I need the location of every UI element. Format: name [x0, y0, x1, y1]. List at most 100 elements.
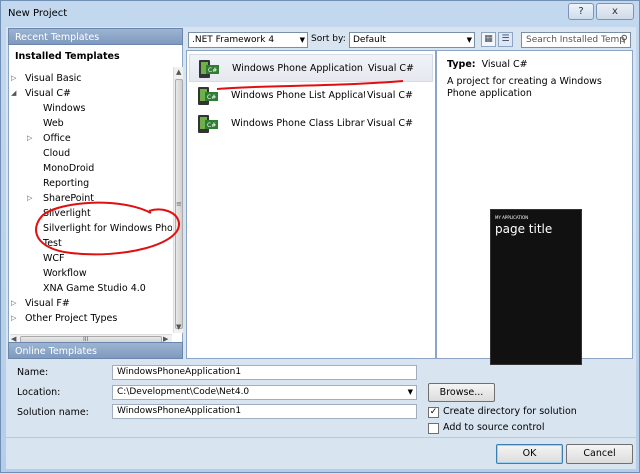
search-placeholder: Search Installed Temp	[526, 35, 625, 45]
svg-text:C#: C#	[207, 122, 216, 129]
sort-select[interactable]: Default ▼	[349, 32, 475, 48]
source-control-label: Add to source control	[443, 422, 545, 433]
title-bar[interactable]: New Project ? x	[1, 1, 640, 27]
dialog-client: Recent Templates Installed Templates ▷ Vi…	[6, 27, 636, 469]
tree-expander-icon[interactable]: ▷	[11, 311, 21, 326]
scroll-grip-icon: ≡	[176, 200, 182, 208]
tree-item-label: Web	[43, 118, 64, 129]
phone-project-icon: C#	[198, 87, 218, 105]
tree-item[interactable]: ◢ Visual C#	[11, 86, 71, 101]
template-tree: ▷ Visual Basic ◢ Visual C# Windows Web ▷ Office…	[9, 71, 172, 333]
tree-item-label: Other Project Types	[25, 313, 118, 324]
tree-item-label: Reporting	[43, 178, 90, 189]
online-templates-header[interactable]: Online Templates	[8, 342, 183, 359]
template-row[interactable]: C# Windows Phone Application Visual C#	[189, 54, 433, 82]
grid-view-icon[interactable]: ▦	[481, 32, 496, 47]
svg-text:C#: C#	[208, 67, 217, 74]
type-value: Visual C#	[481, 59, 528, 70]
close-button[interactable]: x	[596, 3, 634, 20]
create-directory-label: Create directory for solution	[443, 406, 577, 417]
location-value: C:\Development\Code\Net4.0	[117, 387, 250, 397]
browse-button[interactable]: Browse...	[428, 383, 495, 402]
tree-item[interactable]: Reporting	[37, 176, 89, 191]
tree-item-label: Silverlight	[43, 208, 91, 219]
tree-expander-icon[interactable]: ▷	[27, 131, 37, 146]
tree-item[interactable]: ▷ Visual Basic	[11, 71, 82, 86]
tree-item[interactable]: ▷ SharePoint	[27, 191, 95, 206]
phone-project-icon: C#	[198, 115, 218, 133]
recent-templates-header[interactable]: Recent Templates	[8, 28, 183, 45]
tree-item-label: Visual F#	[25, 298, 70, 309]
tree-item[interactable]: Cloud	[37, 146, 70, 161]
search-icon[interactable]: ⚲	[621, 33, 628, 47]
tree-expander-icon[interactable]: ▷	[27, 191, 37, 206]
help-button[interactable]: ?	[568, 3, 594, 20]
tree-item[interactable]: MonoDroid	[37, 161, 94, 176]
tree-expander-icon[interactable]: ▷	[11, 296, 21, 311]
tree-item-label: Silverlight for Windows Phone	[43, 223, 172, 234]
tree-item[interactable]: Web	[37, 116, 64, 131]
preview-app-name: MY APPLICATION	[495, 215, 529, 220]
tree-item[interactable]: ▷ Office	[27, 131, 71, 146]
tree-item-label: Visual Basic	[25, 73, 82, 84]
framework-select[interactable]: .NET Framework 4 ▼	[188, 32, 308, 48]
tree-item[interactable]: XNA Game Studio 4.0	[37, 281, 146, 296]
sort-by-label: Sort by:	[311, 34, 346, 44]
tree-item-label: WCF	[43, 253, 65, 264]
solution-name-input[interactable]: WindowsPhoneApplication1	[112, 404, 417, 419]
template-language: Visual C#	[367, 90, 413, 101]
tree-item[interactable]: Test	[37, 236, 62, 251]
template-name: Windows Phone Application	[232, 63, 363, 74]
tree-item[interactable]: Windows	[37, 101, 85, 116]
ok-button[interactable]: OK	[496, 444, 563, 464]
template-name: Windows Phone List Applicati...	[231, 90, 365, 101]
tree-item[interactable]: ▷ Visual F#	[11, 296, 70, 311]
installed-templates-header[interactable]: Installed Templates	[9, 47, 182, 67]
tree-expander-icon[interactable]: ◢	[11, 86, 21, 101]
template-type: Type: Visual C#	[447, 59, 528, 70]
chevron-down-icon: ▼	[299, 36, 305, 44]
phone-preview-image: MY APPLICATION page title	[490, 209, 582, 365]
scroll-down-icon[interactable]: ▼	[176, 323, 181, 331]
template-row[interactable]: C# Windows Phone Class Library Visual C#	[189, 110, 433, 138]
chevron-down-icon: ▼	[466, 36, 472, 44]
tree-item-label: SharePoint	[43, 193, 95, 204]
template-description: A project for creating a Windows Phone a…	[447, 76, 602, 99]
tree-item-label: MonoDroid	[43, 163, 95, 174]
tree-item-label: Cloud	[43, 148, 71, 159]
preview-page-title: page title	[495, 222, 553, 236]
tree-vertical-scrollbar[interactable]: ▲ ≡ ▼	[173, 67, 183, 333]
tree-item-label: Windows	[43, 103, 86, 114]
template-name: Windows Phone Class Library	[231, 118, 365, 129]
cancel-button[interactable]: Cancel	[566, 444, 633, 464]
template-list: C# Windows Phone Application Visual C# C# Wi…	[186, 50, 436, 359]
create-directory-checkbox[interactable]: ✓	[428, 407, 439, 418]
dialog-title: New Project	[8, 8, 68, 19]
template-row[interactable]: C# Windows Phone List Applicati... Visual …	[189, 82, 433, 110]
source-control-checkbox[interactable]	[428, 423, 439, 434]
solution-name-label: Solution name:	[17, 407, 89, 418]
location-combo[interactable]: C:\Development\Code\Net4.0 ▼	[112, 385, 417, 400]
tree-item-label: Workflow	[43, 268, 87, 279]
list-view-icon[interactable]: ☰	[498, 32, 513, 47]
scroll-up-icon[interactable]: ▲	[176, 68, 181, 76]
tree-item-label: XNA Game Studio 4.0	[43, 283, 146, 294]
tree-scroll-thumb[interactable]: ≡	[175, 79, 183, 329]
tree-item[interactable]: Workflow	[37, 266, 87, 281]
tree-item[interactable]: Silverlight	[37, 206, 91, 221]
tree-expander-icon[interactable]: ▷	[11, 71, 21, 86]
location-label: Location:	[17, 387, 61, 398]
template-language: Visual C#	[367, 118, 413, 129]
templates-toolbar: .NET Framework 4 ▼ Sort by: Default ▼ ▦ …	[186, 28, 633, 50]
template-info-panel: Type: Visual C# A project for creating a …	[436, 50, 633, 365]
framework-value: .NET Framework 4	[192, 35, 275, 45]
tree-item[interactable]: WCF	[37, 251, 65, 266]
chevron-down-icon[interactable]: ▼	[408, 386, 413, 399]
tree-item[interactable]: Silverlight for Windows Phone	[37, 221, 172, 236]
tree-item-label: Office	[43, 133, 71, 144]
tree-item[interactable]: ▷ Other Project Types	[11, 311, 118, 326]
name-label: Name:	[17, 367, 49, 378]
name-input[interactable]: WindowsPhoneApplication1	[112, 365, 417, 380]
phone-project-icon: C#	[199, 60, 219, 78]
search-input[interactable]: Search Installed Temp ⚲	[521, 32, 631, 48]
